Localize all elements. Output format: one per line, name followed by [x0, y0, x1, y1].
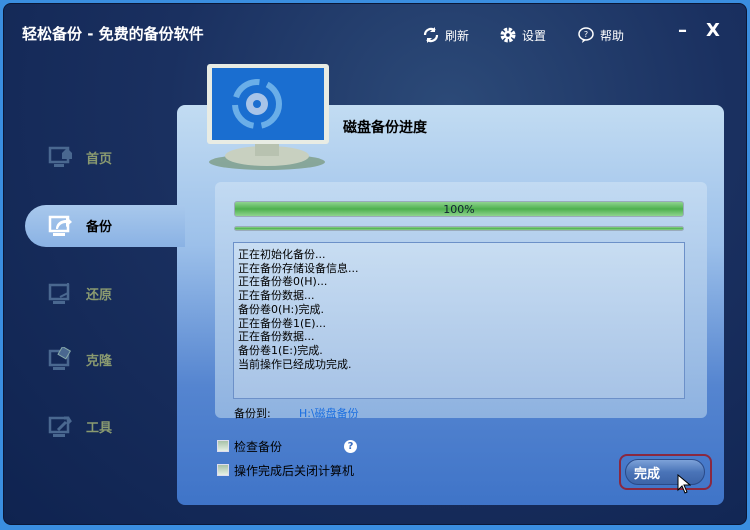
help-label: 帮助 [600, 28, 625, 43]
close-button[interactable]: X [706, 20, 720, 41]
sub-progress-bar [234, 226, 684, 231]
sidebar-label: 首页 [86, 151, 113, 167]
sidebar-label: 克隆 [86, 353, 113, 369]
window-title: 轻松备份 - 免费的备份软件 [22, 25, 204, 43]
settings-button[interactable]: 设置 [499, 26, 546, 44]
clone-monitor-icon [48, 347, 72, 370]
restore-monitor-icon [48, 283, 70, 304]
sidebar-item-clone[interactable]: 克隆 [48, 347, 112, 371]
tools-monitor-icon [48, 416, 72, 437]
finish-button[interactable]: 完成 [625, 459, 705, 485]
mouse-cursor-icon [677, 474, 691, 494]
sidebar-label: 还原 [86, 287, 113, 303]
refresh-button[interactable]: 刷新 [422, 26, 469, 44]
log-line: 正在备份卷0(H)... [238, 275, 328, 289]
help-button[interactable]: ? 帮助 [577, 26, 624, 44]
sidebar-item-backup[interactable]: 备份 [48, 213, 112, 237]
shutdown-label: 操作完成后关闭计算机 [234, 464, 355, 478]
shutdown-checkbox[interactable] [217, 464, 229, 476]
help-icon[interactable]: ? [344, 440, 357, 453]
log-box[interactable]: 正在初始化备份... 正在备份存储设备信息... 正在备份卷0(H)... 正在备份数… [233, 242, 685, 399]
page-title: 磁盘备份进度 [343, 120, 427, 136]
log-line: 正在初始化备份... [238, 248, 326, 261]
progress-bar: 100% [234, 201, 684, 217]
log-line: 正在备份数据... [238, 330, 315, 344]
progress-label: 100% [443, 203, 475, 216]
log-line: 备份卷1(E:)完成. [238, 343, 323, 357]
svg-text:?: ? [584, 30, 588, 39]
home-monitor-icon [48, 146, 72, 167]
sidebar-item-home[interactable]: 首页 [48, 145, 112, 169]
log-line: 正在备份存储设备信息... [238, 261, 359, 275]
backup-monitor-icon [48, 215, 72, 236]
sidebar-label: 工具 [86, 420, 113, 436]
refresh-label: 刷新 [445, 28, 470, 43]
log-line: 正在备份卷1(E)... [238, 316, 327, 330]
check-backup-checkbox[interactable] [217, 440, 229, 452]
log-line: 正在备份数据... [238, 289, 315, 303]
refresh-icon [423, 27, 439, 43]
sidebar-item-restore[interactable]: 还原 [48, 281, 112, 305]
log-line: 备份卷0(H:)完成. [238, 302, 325, 316]
log-line: 当前操作已经成功完成. [238, 357, 352, 371]
backup-monitor-illustration [207, 64, 329, 170]
destination-path: H:\磁盘备份 [299, 407, 359, 420]
minimize-button[interactable]: – [678, 20, 687, 41]
check-backup-label: 检查备份 [234, 440, 283, 454]
sidebar-item-tools[interactable]: 工具 [48, 414, 112, 438]
settings-label: 设置 [522, 28, 547, 43]
sidebar-label: 备份 [86, 219, 113, 235]
help-bubble-icon: ? [578, 27, 594, 43]
destination-label: 备份到: [234, 407, 271, 420]
gear-icon [500, 27, 516, 43]
finish-button-focus-ring: 完成 [619, 454, 712, 490]
